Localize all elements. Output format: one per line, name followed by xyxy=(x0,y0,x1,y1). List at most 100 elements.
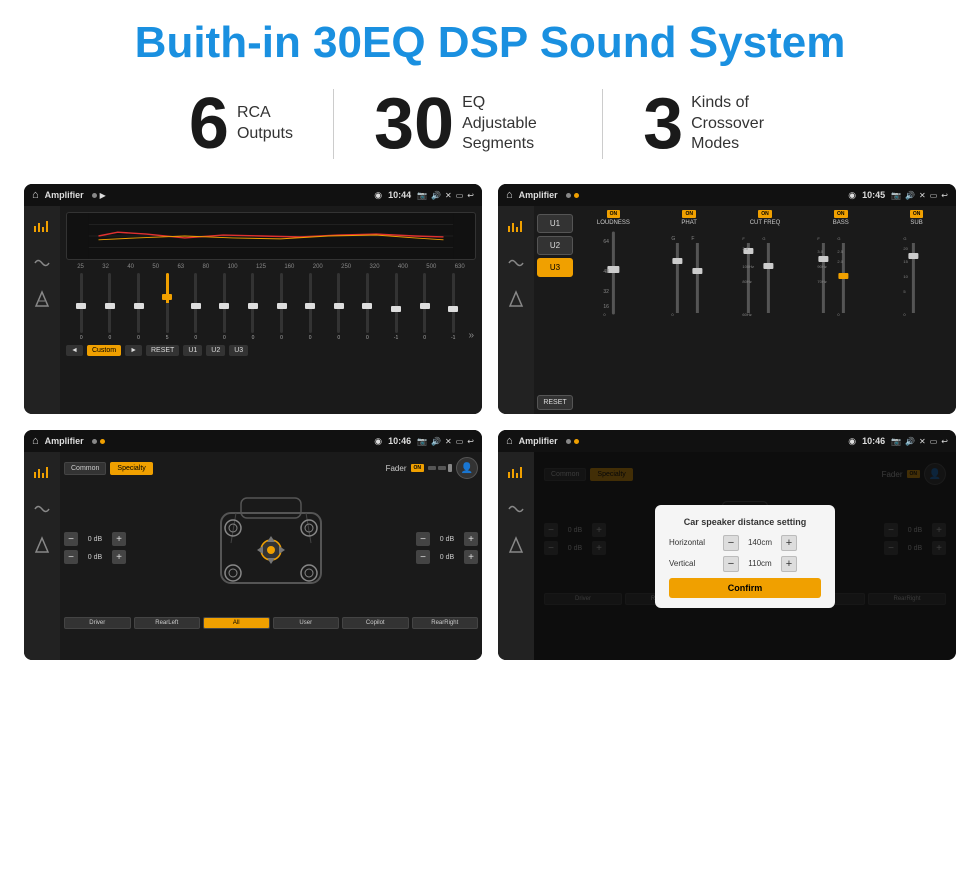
eq-screen-panel: ⌂ Amplifier ▶ ◉ 10:44 📷 🔊 ✕ ▭ ↩ xyxy=(24,184,482,414)
vol-plus-3[interactable]: + xyxy=(464,532,478,546)
dsp-controls: ON LOUDNESS 64 48 xyxy=(577,210,953,410)
cx-sidebar xyxy=(24,452,60,660)
vol-value-1: 0 dB xyxy=(81,536,109,543)
eq-slider-13[interactable]: 0 xyxy=(411,273,438,341)
dlg-sidebar xyxy=(498,452,534,660)
cx-main: Common Specialty Fader ON 👤 xyxy=(60,452,482,660)
dsp-u2-btn[interactable]: U2 xyxy=(537,236,573,255)
cx-sidebar-icon-3[interactable] xyxy=(29,532,55,558)
dialog-horizontal-minus[interactable]: − xyxy=(723,535,739,551)
eq-slider-8[interactable]: 0 xyxy=(268,273,295,341)
bass-on-badge: ON xyxy=(834,210,848,218)
eq-slider-10[interactable]: 0 xyxy=(325,273,352,341)
dlg-volume-icon: 🔊 xyxy=(905,437,915,446)
dsp-sidebar-icon-1[interactable] xyxy=(503,214,529,240)
dialog-vertical-minus[interactable]: − xyxy=(723,556,739,572)
vol-minus-1[interactable]: − xyxy=(64,532,78,546)
vol-minus-4[interactable]: − xyxy=(416,550,430,564)
dsp-u1-btn[interactable]: U1 xyxy=(537,214,573,233)
cx-bottom-buttons: Driver RearLeft All User Copilot RearRig… xyxy=(64,617,478,629)
dialog-horizontal-plus[interactable]: + xyxy=(781,535,797,551)
cx-common-tab[interactable]: Common xyxy=(64,462,106,475)
eq-slider-4[interactable]: 5 xyxy=(154,273,181,341)
eq-sidebar xyxy=(24,206,60,414)
cx-camera-icon: 📷 xyxy=(417,437,427,446)
back-icon: ↩ xyxy=(467,191,474,200)
eq-slider-12[interactable]: -1 xyxy=(383,273,410,341)
vol-plus-4[interactable]: + xyxy=(464,550,478,564)
eq-slider-3[interactable]: 0 xyxy=(125,273,152,341)
cx-sidebar-icon-1[interactable] xyxy=(29,460,55,486)
dsp-presets: U1 U2 U3 RESET xyxy=(537,210,573,410)
screenshots-grid: ⌂ Amplifier ▶ ◉ 10:44 📷 🔊 ✕ ▭ ↩ xyxy=(0,178,980,680)
dlg-sidebar-icon-3[interactable] xyxy=(503,532,529,558)
dsp-sidebar-icon-2[interactable] xyxy=(503,250,529,276)
eq-reset-btn[interactable]: RESET xyxy=(146,345,179,356)
svg-text:100Hz: 100Hz xyxy=(742,264,754,269)
eq-slider-7[interactable]: 0 xyxy=(240,273,267,341)
svg-text:0: 0 xyxy=(904,312,907,317)
eq-status-bar: ⌂ Amplifier ▶ ◉ 10:44 📷 🔊 ✕ ▭ ↩ xyxy=(24,184,482,206)
dsp-app-name: Amplifier xyxy=(519,190,558,200)
dsp-u3-btn[interactable]: U3 xyxy=(537,258,573,277)
eq-slider-5[interactable]: 0 xyxy=(182,273,209,341)
svg-text:80Hz: 80Hz xyxy=(742,279,751,284)
vol-plus-1[interactable]: + xyxy=(112,532,126,546)
svg-text:G: G xyxy=(838,236,841,241)
dialog-vertical-plus[interactable]: + xyxy=(781,556,797,572)
svg-text:0: 0 xyxy=(838,312,841,317)
dlg-time: 10:46 xyxy=(862,436,885,446)
eq-sidebar-icon-3[interactable] xyxy=(29,286,55,312)
cx-all-btn[interactable]: All xyxy=(203,617,270,629)
eq-sidebar-icon-2[interactable] xyxy=(29,250,55,276)
cx-sidebar-icon-2[interactable] xyxy=(29,496,55,522)
confirm-button[interactable]: Confirm xyxy=(669,578,821,598)
dsp-sidebar-icon-3[interactable] xyxy=(503,286,529,312)
dsp-volume-icon: 🔊 xyxy=(905,191,915,200)
cx-specialty-tab[interactable]: Specialty xyxy=(110,462,152,475)
dlg-sidebar-icon-1[interactable] xyxy=(503,460,529,486)
svg-text:10: 10 xyxy=(904,274,909,279)
cx-user-btn[interactable]: User xyxy=(273,617,340,629)
vol-minus-3[interactable]: − xyxy=(416,532,430,546)
dlg-sidebar-icon-2[interactable] xyxy=(503,496,529,522)
eq-app-name: Amplifier xyxy=(45,190,84,200)
play-dot-icon: ▶ xyxy=(100,191,106,200)
eq-u1-btn[interactable]: U1 xyxy=(183,345,202,356)
dsp-status-bar: ⌂ Amplifier ◉ 10:45 📷 🔊 ✕ ▭ ↩ xyxy=(498,184,956,206)
volume-icon: 🔊 xyxy=(431,191,441,200)
fader-on-badge: ON xyxy=(411,464,425,472)
eq-slider-11[interactable]: 0 xyxy=(354,273,381,341)
eq-slider-2[interactable]: 0 xyxy=(97,273,124,341)
eq-prev-btn[interactable]: ◄ xyxy=(66,345,83,356)
stat-rca: 6 RCA Outputs xyxy=(149,88,333,160)
dsp-reset-btn[interactable]: RESET xyxy=(537,395,573,410)
cx-rearleft-btn[interactable]: RearLeft xyxy=(134,617,201,629)
dialog-vertical-row: Vertical − 110cm + xyxy=(669,556,821,572)
user-icon-btn[interactable]: 👤 xyxy=(456,457,478,479)
svg-text:90Hz: 90Hz xyxy=(818,264,827,269)
eq-slider-1[interactable]: 0 xyxy=(68,273,95,341)
eq-u2-btn[interactable]: U2 xyxy=(206,345,225,356)
vol-plus-2[interactable]: + xyxy=(112,550,126,564)
eq-u3-btn[interactable]: U3 xyxy=(229,345,248,356)
cx-driver-btn[interactable]: Driver xyxy=(64,617,131,629)
loudness-on-badge: ON xyxy=(607,210,621,218)
cx-rearright-btn[interactable]: RearRight xyxy=(412,617,479,629)
eq-slider-14[interactable]: -1 xyxy=(440,273,467,341)
eq-slider-9[interactable]: 0 xyxy=(297,273,324,341)
dialog-vertical-label: Vertical xyxy=(669,559,719,568)
eq-next-btn[interactable]: ► xyxy=(125,345,142,356)
eq-slider-6[interactable]: 0 xyxy=(211,273,238,341)
eq-bottom-bar: ◄ Custom ► RESET U1 U2 U3 xyxy=(66,345,476,356)
cx-copilot-btn[interactable]: Copilot xyxy=(342,617,409,629)
expand-icon[interactable]: » xyxy=(469,330,475,341)
eq-custom-btn[interactable]: Custom xyxy=(87,345,121,356)
svg-text:15: 15 xyxy=(904,259,909,264)
svg-text:3.0: 3.0 xyxy=(742,246,748,251)
dlg-back-icon: ↩ xyxy=(941,437,948,446)
cutfreq-on-badge: ON xyxy=(758,210,772,218)
eq-sidebar-icon-1[interactable] xyxy=(29,214,55,240)
vol-minus-2[interactable]: − xyxy=(64,550,78,564)
dsp-main: U1 U2 U3 RESET ON LOUDNESS xyxy=(534,206,956,414)
